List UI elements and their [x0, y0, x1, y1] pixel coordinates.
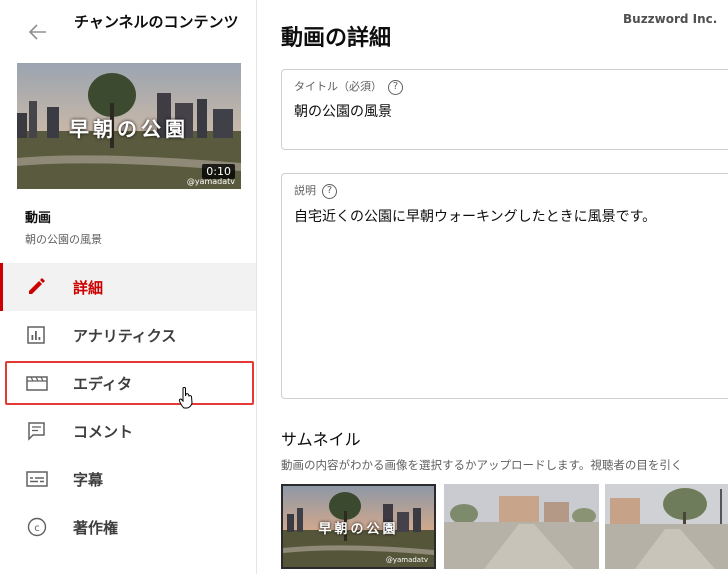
nav-item-label: 著作権	[73, 519, 119, 537]
video-name: 朝の公園の風景	[25, 233, 102, 246]
pencil-icon	[29, 278, 45, 294]
hand-cursor-icon	[178, 387, 193, 409]
description-field-label: 説明?	[294, 182, 337, 199]
description-field[interactable]: 説明? 自宅近くの公園に早朝ウォーキングしたときに風景です。	[281, 173, 728, 399]
nav-item-comments[interactable]: コメント	[0, 407, 256, 455]
subtitles-icon	[26, 471, 48, 487]
channel-content-title: チャンネルのコンテンツ	[74, 13, 239, 31]
thumbnail-scene-image	[605, 484, 728, 569]
description-field-label-text: 説明	[294, 184, 316, 197]
description-field-value[interactable]: 自宅近くの公園に早朝ウォーキングしたときに風景です。	[294, 206, 656, 226]
editor-highlight-box	[5, 361, 254, 405]
help-icon[interactable]: ?	[388, 79, 403, 95]
copyright-icon: c	[27, 517, 47, 537]
thumbnail-overlay-text: 早朝の公園	[318, 522, 399, 537]
thumbnail-scene-image	[444, 484, 599, 569]
thumbnail-section-description: 動画の内容がわかる画像を選択するかアップロードします。視聴者の目を引く	[281, 458, 683, 472]
active-indicator	[0, 263, 3, 311]
thumbnail-section-title: サムネイル	[281, 430, 361, 449]
nav-item-details[interactable]: 詳細	[0, 263, 256, 311]
thumbnail-handle: @yamadatv	[385, 556, 428, 564]
help-icon[interactable]: ?	[322, 183, 337, 199]
back-arrow-icon[interactable]	[26, 20, 50, 44]
thumbnail-option-2[interactable]	[444, 484, 599, 569]
nav-item-subtitles[interactable]: 字幕	[0, 455, 256, 503]
thumbnail-option-selected[interactable]: 早朝の公園 @yamadatv	[281, 484, 436, 569]
title-field[interactable]: タイトル（必須）? 朝の公園の風景	[281, 69, 728, 150]
nav-item-analytics[interactable]: アナリティクス	[0, 311, 256, 359]
nav-item-label: 字幕	[73, 471, 104, 489]
sidebar: チャンネルのコンテンツ 早朝の公園 0:10 @yamadatv 動画 朝の公園…	[0, 0, 257, 574]
nav-item-copyright[interactable]: c 著作権	[0, 503, 256, 551]
video-label: 動画	[25, 211, 52, 226]
nav-item-label: コメント	[73, 423, 134, 441]
title-field-label-text: タイトル（必須）	[294, 80, 382, 93]
page-title: 動画の詳細	[281, 26, 392, 51]
video-thumbnail[interactable]: 早朝の公園 0:10 @yamadatv	[17, 63, 241, 189]
nav-item-label: 詳細	[73, 279, 104, 297]
title-field-label: タイトル（必須）?	[294, 78, 403, 95]
thumbnail-overlay-text: 早朝の公園	[69, 117, 189, 141]
brand-watermark: Buzzword Inc.	[623, 12, 718, 26]
nav-item-label: アナリティクス	[73, 327, 177, 345]
title-field-value[interactable]: 朝の公園の風景	[294, 101, 392, 121]
analytics-icon	[27, 326, 45, 344]
thumbnail-option-3[interactable]	[605, 484, 728, 569]
thumbnail-handle: @yamadatv	[186, 177, 235, 186]
svg-text:c: c	[34, 523, 40, 534]
comment-icon	[28, 422, 45, 441]
